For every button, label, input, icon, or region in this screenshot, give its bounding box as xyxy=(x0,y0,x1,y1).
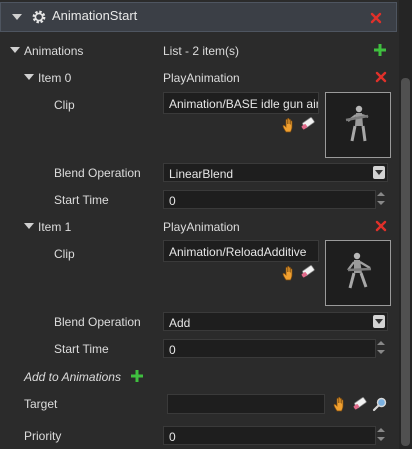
spinner-up-icon[interactable] xyxy=(377,341,385,345)
animations-label: Animations xyxy=(24,44,84,58)
item1-start-spinner[interactable] xyxy=(377,339,387,357)
add-animation-icon[interactable] xyxy=(373,43,387,57)
priority-spinner[interactable] xyxy=(377,426,387,444)
chevron-down-icon[interactable] xyxy=(373,166,385,179)
priority-label: Priority xyxy=(24,429,62,443)
gear-icon xyxy=(32,10,46,24)
item0-clip-field[interactable]: Animation/BASE idle gun air xyxy=(163,92,319,114)
item1-clear-eraser-icon[interactable] xyxy=(300,265,316,279)
item0-pick-hand-icon[interactable] xyxy=(282,117,296,133)
item0-blend-label: Blend Operation xyxy=(54,166,141,180)
spinner-up-icon[interactable] xyxy=(377,192,385,196)
collapse-arrow-icon[interactable] xyxy=(12,14,22,20)
item1-start-label: Start Time xyxy=(54,342,109,356)
component-title: AnimationStart xyxy=(52,8,138,23)
item0-clip-label: Clip xyxy=(54,98,75,112)
scrollbar-thumb[interactable] xyxy=(401,78,410,446)
spinner-down-icon[interactable] xyxy=(377,350,385,354)
item0-blend-value: LinearBlend xyxy=(169,167,234,181)
spinner-up-icon[interactable] xyxy=(377,428,385,432)
item1-blend-dropdown[interactable]: Add xyxy=(163,312,388,331)
item0-clear-eraser-icon[interactable] xyxy=(300,117,316,131)
item0-collapse-icon[interactable] xyxy=(24,74,34,80)
item1-remove-icon[interactable] xyxy=(375,220,387,232)
target-field[interactable] xyxy=(167,394,325,414)
target-clear-eraser-icon[interactable] xyxy=(352,397,368,411)
spinner-down-icon[interactable] xyxy=(377,437,385,441)
item1-label: Item 1 xyxy=(38,220,72,234)
chevron-down-icon[interactable] xyxy=(373,315,385,328)
item1-collapse-icon[interactable] xyxy=(24,223,34,229)
item0-blend-dropdown[interactable]: LinearBlend xyxy=(163,163,388,182)
item0-label: Item 0 xyxy=(38,71,72,85)
target-pick-hand-icon[interactable] xyxy=(333,396,347,412)
animations-collapse-icon[interactable] xyxy=(10,47,20,53)
item0-start-field[interactable]: 0 xyxy=(163,190,376,209)
target-label: Target xyxy=(24,397,58,411)
item0-type: PlayAnimation xyxy=(163,71,240,85)
animations-summary: List - 2 item(s) xyxy=(163,44,240,58)
add-to-animations-label[interactable]: Add to Animations xyxy=(24,370,121,384)
item1-blend-value: Add xyxy=(169,316,191,330)
item1-type: PlayAnimation xyxy=(163,220,240,234)
item0-clip-thumbnail xyxy=(325,92,391,158)
character-preview-icon xyxy=(345,105,369,142)
item1-blend-label: Blend Operation xyxy=(54,315,141,329)
remove-component-icon[interactable] xyxy=(370,12,382,24)
add-to-animations-icon[interactable] xyxy=(130,369,144,383)
item0-remove-icon[interactable] xyxy=(375,71,387,83)
item1-clip-label: Clip xyxy=(54,247,75,261)
item0-start-spinner[interactable] xyxy=(377,190,387,208)
item1-start-field[interactable]: 0 xyxy=(163,339,376,358)
item1-clip-field[interactable]: Animation/ReloadAdditive xyxy=(163,240,319,262)
priority-field[interactable]: 0 xyxy=(163,426,376,445)
item0-start-label: Start Time xyxy=(54,193,109,207)
target-find-magnifier-icon[interactable] xyxy=(372,397,388,412)
character-preview-icon xyxy=(347,252,372,289)
item1-pick-hand-icon[interactable] xyxy=(282,265,296,281)
item1-clip-thumbnail xyxy=(325,240,391,306)
spinner-down-icon[interactable] xyxy=(377,201,385,205)
